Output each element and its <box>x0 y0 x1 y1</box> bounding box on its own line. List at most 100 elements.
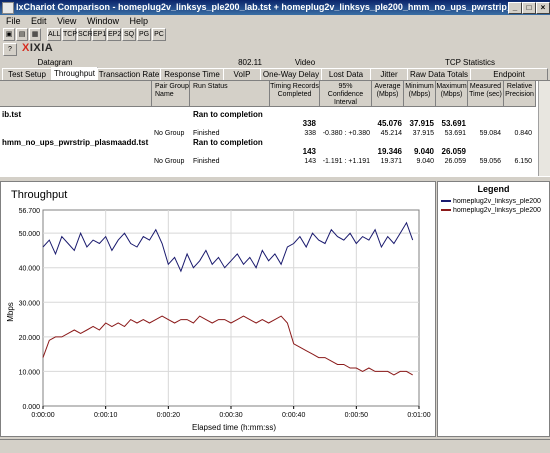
y-tick-label: 20.000 <box>19 335 41 342</box>
column-header-maximum[interactable]: Maximum (Mbps) <box>436 81 468 107</box>
tab-strip: Test Setup Throughput Transaction Rate R… <box>0 67 550 90</box>
table-scrollbar[interactable] <box>538 81 550 176</box>
close-button[interactable]: × <box>536 2 550 14</box>
help-icon[interactable]: ? <box>3 43 17 56</box>
title-bar: IxChariot Comparison - homeplug2v_linksy… <box>0 0 550 15</box>
test-maximum: 53.691 <box>441 119 466 128</box>
x-tick-label: 0:00:40 <box>282 412 305 419</box>
test-file-name[interactable]: hmm_no_ups_pwrstrip_plasmaadd.tst <box>2 138 148 147</box>
test-maximum: 26.059 <box>441 147 466 156</box>
x-tick-label: 0:01:00 <box>407 412 430 419</box>
toolbar-pg[interactable]: PG <box>137 28 151 41</box>
toolbar-ep2[interactable]: EP2 <box>107 28 121 41</box>
x-tick-label: 0:00:50 <box>345 412 368 419</box>
legend-panel: Legend homeplug2v_linksys_ple200 homeplu… <box>437 181 550 437</box>
x-tick-label: 0:00:20 <box>157 412 180 419</box>
row-relative-precision: 6.150 <box>514 158 532 165</box>
row-records: 143 <box>304 158 316 165</box>
column-header-pair-group[interactable]: Pair Group Name <box>152 81 190 107</box>
group-tcp-statistics: TCP Statistics <box>444 58 496 67</box>
row-group: No Group <box>154 130 185 137</box>
window-title: IxChariot Comparison - homeplug2v_linksy… <box>16 2 550 12</box>
row-average: 19.371 <box>380 158 402 165</box>
legend-title: Legend <box>477 184 510 194</box>
throughput-chart: Throughput Mbps Elapsed time (h:mm:ss) 0… <box>6 189 431 432</box>
test-run-status: Ran to completion <box>193 138 263 147</box>
save-icon[interactable]: ▣ <box>3 28 15 41</box>
test-file-name[interactable]: ib.tst <box>2 110 21 119</box>
legend-swatch <box>441 209 451 212</box>
row-confidence: -0.380 : +0.380 <box>322 130 370 137</box>
row-maximum: 26.059 <box>444 158 466 165</box>
toolbar-sq[interactable]: SQ <box>122 28 136 41</box>
menu-edit[interactable]: Edit <box>31 16 47 26</box>
chart-panel: Throughput Mbps Elapsed time (h:mm:ss) 0… <box>0 181 436 437</box>
test-records: 143 <box>302 147 316 156</box>
menu-help[interactable]: Help <box>129 16 148 26</box>
column-header-average[interactable]: Average (Mbps) <box>372 81 404 107</box>
minimize-button[interactable]: _ <box>508 2 522 14</box>
legend-swatch <box>441 200 451 203</box>
menu-window[interactable]: Window <box>87 16 119 26</box>
chart-title: Throughput <box>11 189 67 201</box>
plot-area: 0.000 10.000 20.000 30.000 40.000 50.000 56.70… <box>19 208 431 419</box>
y-tick-label: 10.000 <box>19 369 41 376</box>
x-tick-label: 0:00:30 <box>219 412 242 419</box>
row-measured-time: 59.084 <box>479 130 501 137</box>
group-video: Video <box>294 58 316 67</box>
row-relative-precision: 0.840 <box>514 130 532 137</box>
x-tick-label: 0:00:00 <box>31 412 54 419</box>
test-average: 45.076 <box>377 119 402 128</box>
column-header-minimum[interactable]: Minimum (Mbps) <box>404 81 436 107</box>
row-minimum: 9.040 <box>416 158 434 165</box>
test-minimum: 37.915 <box>409 119 434 128</box>
copy-icon[interactable]: ▤ <box>16 28 28 41</box>
menu-bar: File Edit View Window Help <box>0 15 550 27</box>
legend-item[interactable]: homeplug2v_linksys_ple200 <box>441 198 547 205</box>
y-tick-label: 56.700 <box>19 208 41 215</box>
x-axis-label: Elapsed time (h:mm:ss) <box>192 423 276 432</box>
row-maximum: 53.691 <box>444 130 466 137</box>
legend-item[interactable]: homeplug2v_linksys_ple200 <box>441 207 547 214</box>
row-average: 45.214 <box>380 130 402 137</box>
row-confidence: -1.191 : +1.191 <box>322 158 370 165</box>
toolbar: ▣ ▤ ▦ ALL TCP SCR EP1 EP2 SQ PG PC <box>0 27 550 41</box>
toolbar-pc[interactable]: PC <box>152 28 166 41</box>
column-header-relative-precision[interactable]: Relative Precision <box>504 81 536 107</box>
row-status: Finished <box>193 130 220 137</box>
column-header-confidence[interactable]: 95% Confidence Interval <box>320 81 372 107</box>
app-icon <box>2 2 14 14</box>
row-minimum: 37.915 <box>412 130 434 137</box>
print-icon[interactable]: ▦ <box>29 28 41 41</box>
tab-throughput[interactable]: Throughput <box>51 67 98 81</box>
y-tick-label: 30.000 <box>19 300 41 307</box>
row-status: Finished <box>193 158 220 165</box>
y-tick-label: 40.000 <box>19 266 41 273</box>
menu-view[interactable]: View <box>57 16 76 26</box>
row-measured-time: 59.056 <box>479 158 501 165</box>
column-header-records[interactable]: Timing Records Completed <box>270 81 320 107</box>
maximize-button[interactable]: □ <box>522 2 536 14</box>
brand-bar: ? XIXIA <box>0 41 550 57</box>
test-average: 19.346 <box>377 147 402 156</box>
column-header-run-status[interactable]: Run Status <box>190 81 270 107</box>
y-axis-label: Mbps <box>6 302 15 322</box>
test-run-status: Ran to completion <box>193 110 263 119</box>
toolbar-ep1[interactable]: EP1 <box>92 28 106 41</box>
x-tick-label: 0:00:10 <box>94 412 117 419</box>
y-tick-label: 50.000 <box>19 231 41 238</box>
results-table: Pair Group Name Run Status Timing Record… <box>0 80 550 177</box>
toolbar-scr[interactable]: SCR <box>77 28 93 41</box>
status-bar <box>0 439 550 453</box>
ixia-logo: XIXIA <box>22 42 54 54</box>
toolbar-tcp[interactable]: TCP <box>62 28 77 41</box>
test-records: 338 <box>302 119 316 128</box>
column-header-measured-time[interactable]: Measured Time (sec) <box>468 81 504 107</box>
row-group: No Group <box>154 158 185 165</box>
y-tick-label: 0.000 <box>22 404 40 411</box>
row-records: 338 <box>304 130 316 137</box>
menu-file[interactable]: File <box>6 16 21 26</box>
column-header-blank <box>0 81 152 107</box>
test-minimum: 9.040 <box>413 147 434 156</box>
toolbar-all[interactable]: ALL <box>47 28 61 41</box>
